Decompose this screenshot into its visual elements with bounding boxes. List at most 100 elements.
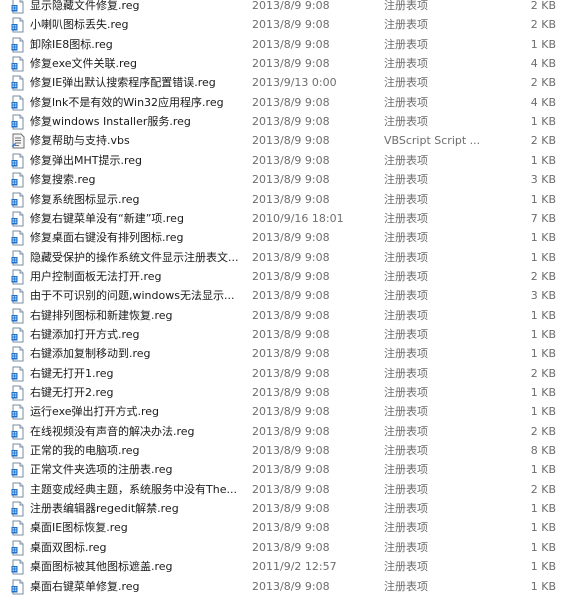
file-name[interactable]: 修复系统图标显示.reg — [30, 190, 245, 209]
list-item[interactable]: 修复右键菜单没有“新建”项.reg 2010/9/16 18:01 注册表项 7 KB — [0, 209, 585, 228]
file-name[interactable]: 修复windows Installer服务.reg — [30, 112, 245, 131]
file-type: 注册表项 — [384, 250, 428, 264]
file-name[interactable]: 正常的我的电脑项.reg — [30, 441, 245, 460]
file-date-modified: 2013/8/9 9:08 — [252, 57, 330, 71]
reg-file-icon — [10, 37, 26, 53]
file-name[interactable]: 小喇叭图标丢失.reg — [30, 15, 245, 34]
list-item[interactable]: 正常文件夹选项的注册表.reg 2013/8/9 9:08 注册表项 1 KB — [0, 460, 585, 479]
file-name[interactable]: 桌面IE图标恢复.reg — [30, 518, 245, 537]
file-name[interactable]: 右键排列图标和新建恢复.reg — [30, 306, 245, 325]
file-type: 注册表项 — [384, 560, 428, 574]
file-name[interactable]: 右键添加复制移动到.reg — [30, 344, 245, 363]
file-name[interactable]: 隐藏受保护的操作系统文件显示注册表文... — [30, 248, 245, 267]
list-item[interactable]: 桌面双图标.reg 2013/8/9 9:08 注册表项 1 KB — [0, 538, 585, 557]
list-item[interactable]: 修复windows Installer服务.reg 2013/8/9 9:08 注册… — [0, 112, 585, 131]
file-type: 注册表项 — [384, 521, 428, 535]
list-item[interactable]: 用户控制面板无法打开.reg 2013/8/9 9:08 注册表项 2 KB — [0, 267, 585, 286]
list-item[interactable]: 修复帮助与支持.vbs 2013/8/9 9:08 VBScript Script … — [0, 131, 585, 150]
file-name[interactable]: 用户控制面板无法打开.reg — [30, 267, 245, 286]
list-item[interactable]: 卸除IE8图标.reg 2013/8/9 9:08 注册表项 1 KB — [0, 35, 585, 54]
file-type: 注册表项 — [384, 308, 428, 322]
file-date-modified: 2013/8/9 9:08 — [252, 115, 330, 129]
list-item[interactable]: 修复弹出MHT提示.reg 2013/8/9 9:08 注册表项 1 KB — [0, 151, 585, 170]
file-type: 注册表项 — [384, 540, 428, 554]
file-name[interactable]: 右键无打开2.reg — [30, 383, 245, 402]
file-name[interactable]: 修复桌面右键没有排列图标.reg — [30, 228, 245, 247]
file-size: 2 KB — [530, 269, 556, 283]
list-item[interactable]: 修复系统图标显示.reg 2013/8/9 9:08 注册表项 1 KB — [0, 190, 585, 209]
file-date-modified: 2013/8/9 9:08 — [252, 444, 330, 458]
file-name[interactable]: 卸除IE8图标.reg — [30, 35, 245, 54]
file-name[interactable]: 由于不可识别的问题,windows无法显示... — [30, 286, 245, 305]
file-size: 2 KB — [530, 482, 556, 496]
file-size: 1 KB — [530, 386, 556, 399]
list-item[interactable]: 运行exe弹出打开方式.reg 2013/8/9 9:08 注册表项 1 KB — [0, 402, 585, 421]
list-item[interactable]: 主题变成经典主题，系统服务中没有The... 2013/8/9 9:08 注册表项 2… — [0, 480, 585, 499]
list-item[interactable]: 显示隐藏文件修复.reg 2013/8/9 9:08 注册表项 2 KB — [0, 0, 585, 15]
reg-file-icon — [10, 482, 26, 498]
file-date-modified: 2013/8/9 9:08 — [252, 134, 330, 148]
file-date-modified: 2011/9/2 12:57 — [252, 560, 337, 574]
reg-file-icon — [10, 192, 26, 208]
file-list: 显示隐藏文件修复.reg 2013/8/9 9:08 注册表项 2 KB 小喇叭图标丢失… — [0, 0, 585, 600]
file-size: 4 KB — [530, 95, 556, 109]
file-type: 注册表项 — [384, 424, 428, 438]
list-item[interactable]: 修复exe文件关联.reg 2013/8/9 9:08 注册表项 4 KB — [0, 54, 585, 73]
file-date-modified: 2013/8/9 9:08 — [252, 308, 330, 322]
list-item[interactable]: 右键添加复制移动到.reg 2013/8/9 9:08 注册表项 1 KB — [0, 344, 585, 363]
list-item[interactable]: 桌面右键菜单修复.reg 2013/8/9 9:08 注册表项 1 KB — [0, 577, 585, 596]
file-type: 注册表项 — [384, 95, 428, 109]
list-item[interactable]: 桌面IE图标恢复.reg 2013/8/9 9:08 注册表项 1 KB — [0, 518, 585, 537]
file-size: 1 KB — [530, 540, 556, 554]
list-item[interactable]: 右键添加打开方式.reg 2013/8/9 9:08 注册表项 1 KB — [0, 325, 585, 344]
reg-file-icon — [10, 346, 26, 362]
file-date-modified: 2010/9/16 18:01 — [252, 211, 344, 225]
list-item[interactable]: 右键排列图标和新建恢复.reg 2013/8/9 9:08 注册表项 1 KB — [0, 306, 585, 325]
file-name[interactable]: 修复搜索.reg — [30, 170, 245, 189]
list-item[interactable]: 注册表编辑器regedit解禁.reg 2013/8/9 9:08 注册表项 1 KB — [0, 499, 585, 518]
file-size: 1 KB — [530, 231, 556, 245]
file-name[interactable]: 右键添加打开方式.reg — [30, 325, 245, 344]
reg-file-icon — [10, 462, 26, 478]
list-item[interactable]: 修复桌面右键没有排列图标.reg 2013/8/9 9:08 注册表项 1 KB — [0, 228, 585, 247]
reg-file-icon — [10, 0, 26, 14]
file-type: 注册表项 — [384, 366, 428, 380]
file-name[interactable]: 桌面图标被其他图标遮盖.reg — [30, 557, 245, 576]
file-name[interactable]: 桌面双图标.reg — [30, 538, 245, 557]
file-name[interactable]: 修复帮助与支持.vbs — [30, 131, 245, 150]
list-item[interactable]: 修复lnk不是有效的Win32应用程序.reg 2013/8/9 9:08 注册表项… — [0, 93, 585, 112]
list-item[interactable]: 右键无打开2.reg 2013/8/9 9:08 注册表项 1 KB — [0, 383, 585, 402]
file-date-modified: 2013/8/9 9:08 — [252, 482, 330, 496]
list-item[interactable]: 修复IE弹出默认搜索程序配置错误.reg 2013/9/13 0:00 注册表项 2 … — [0, 73, 585, 92]
file-name[interactable]: 修复exe文件关联.reg — [30, 54, 245, 73]
file-name[interactable]: 桌面右键菜单修复.reg — [30, 577, 245, 596]
file-size: 3 KB — [530, 289, 556, 303]
file-name[interactable]: 运行exe弹出打开方式.reg — [30, 402, 245, 421]
file-name[interactable]: 右键无打开1.reg — [30, 364, 245, 383]
file-date-modified: 2013/8/9 9:08 — [252, 37, 330, 51]
file-name[interactable]: 修复弹出MHT提示.reg — [30, 151, 245, 170]
file-name[interactable]: 修复右键菜单没有“新建”项.reg — [30, 209, 245, 228]
reg-file-icon — [10, 308, 26, 324]
list-item[interactable]: 小喇叭图标丢失.reg 2013/8/9 9:08 注册表项 2 KB — [0, 15, 585, 34]
file-name[interactable]: 显示隐藏文件修复.reg — [30, 0, 245, 15]
list-item[interactable]: 右键无打开1.reg 2013/8/9 9:08 注册表项 2 KB — [0, 364, 585, 383]
file-name[interactable]: 在线视频没有声音的解决办法.reg — [30, 422, 245, 441]
list-item[interactable]: 在线视频没有声音的解决办法.reg 2013/8/9 9:08 注册表项 2 KB — [0, 422, 585, 441]
file-name[interactable]: 注册表编辑器regedit解禁.reg — [30, 499, 245, 518]
file-name[interactable]: 修复IE弹出默认搜索程序配置错误.reg — [30, 73, 245, 92]
file-size: 1 KB — [530, 347, 556, 361]
list-item[interactable]: 修复搜索.reg 2013/8/9 9:08 注册表项 3 KB — [0, 170, 585, 189]
file-size: 2 KB — [530, 18, 556, 32]
list-item[interactable]: 由于不可识别的问题,windows无法显示... 2013/8/9 9:08 注册表… — [0, 286, 585, 305]
file-name[interactable]: 正常文件夹选项的注册表.reg — [30, 460, 245, 479]
list-item[interactable]: 桌面图标被其他图标遮盖.reg 2011/9/2 12:57 注册表项 1 KB — [0, 557, 585, 576]
file-name[interactable]: 修复lnk不是有效的Win32应用程序.reg — [30, 93, 245, 112]
vbs-script-icon — [10, 133, 26, 149]
reg-file-icon — [10, 288, 26, 304]
list-item[interactable]: 正常的我的电脑项.reg 2013/8/9 9:08 注册表项 8 KB — [0, 441, 585, 460]
file-size: 1 KB — [530, 521, 556, 535]
file-name[interactable]: 主题变成经典主题，系统服务中没有The... — [30, 480, 245, 499]
list-item[interactable]: 隐藏受保护的操作系统文件显示注册表文... 2013/8/9 9:08 注册表项 1 … — [0, 248, 585, 267]
file-size: 4 KB — [530, 57, 556, 71]
